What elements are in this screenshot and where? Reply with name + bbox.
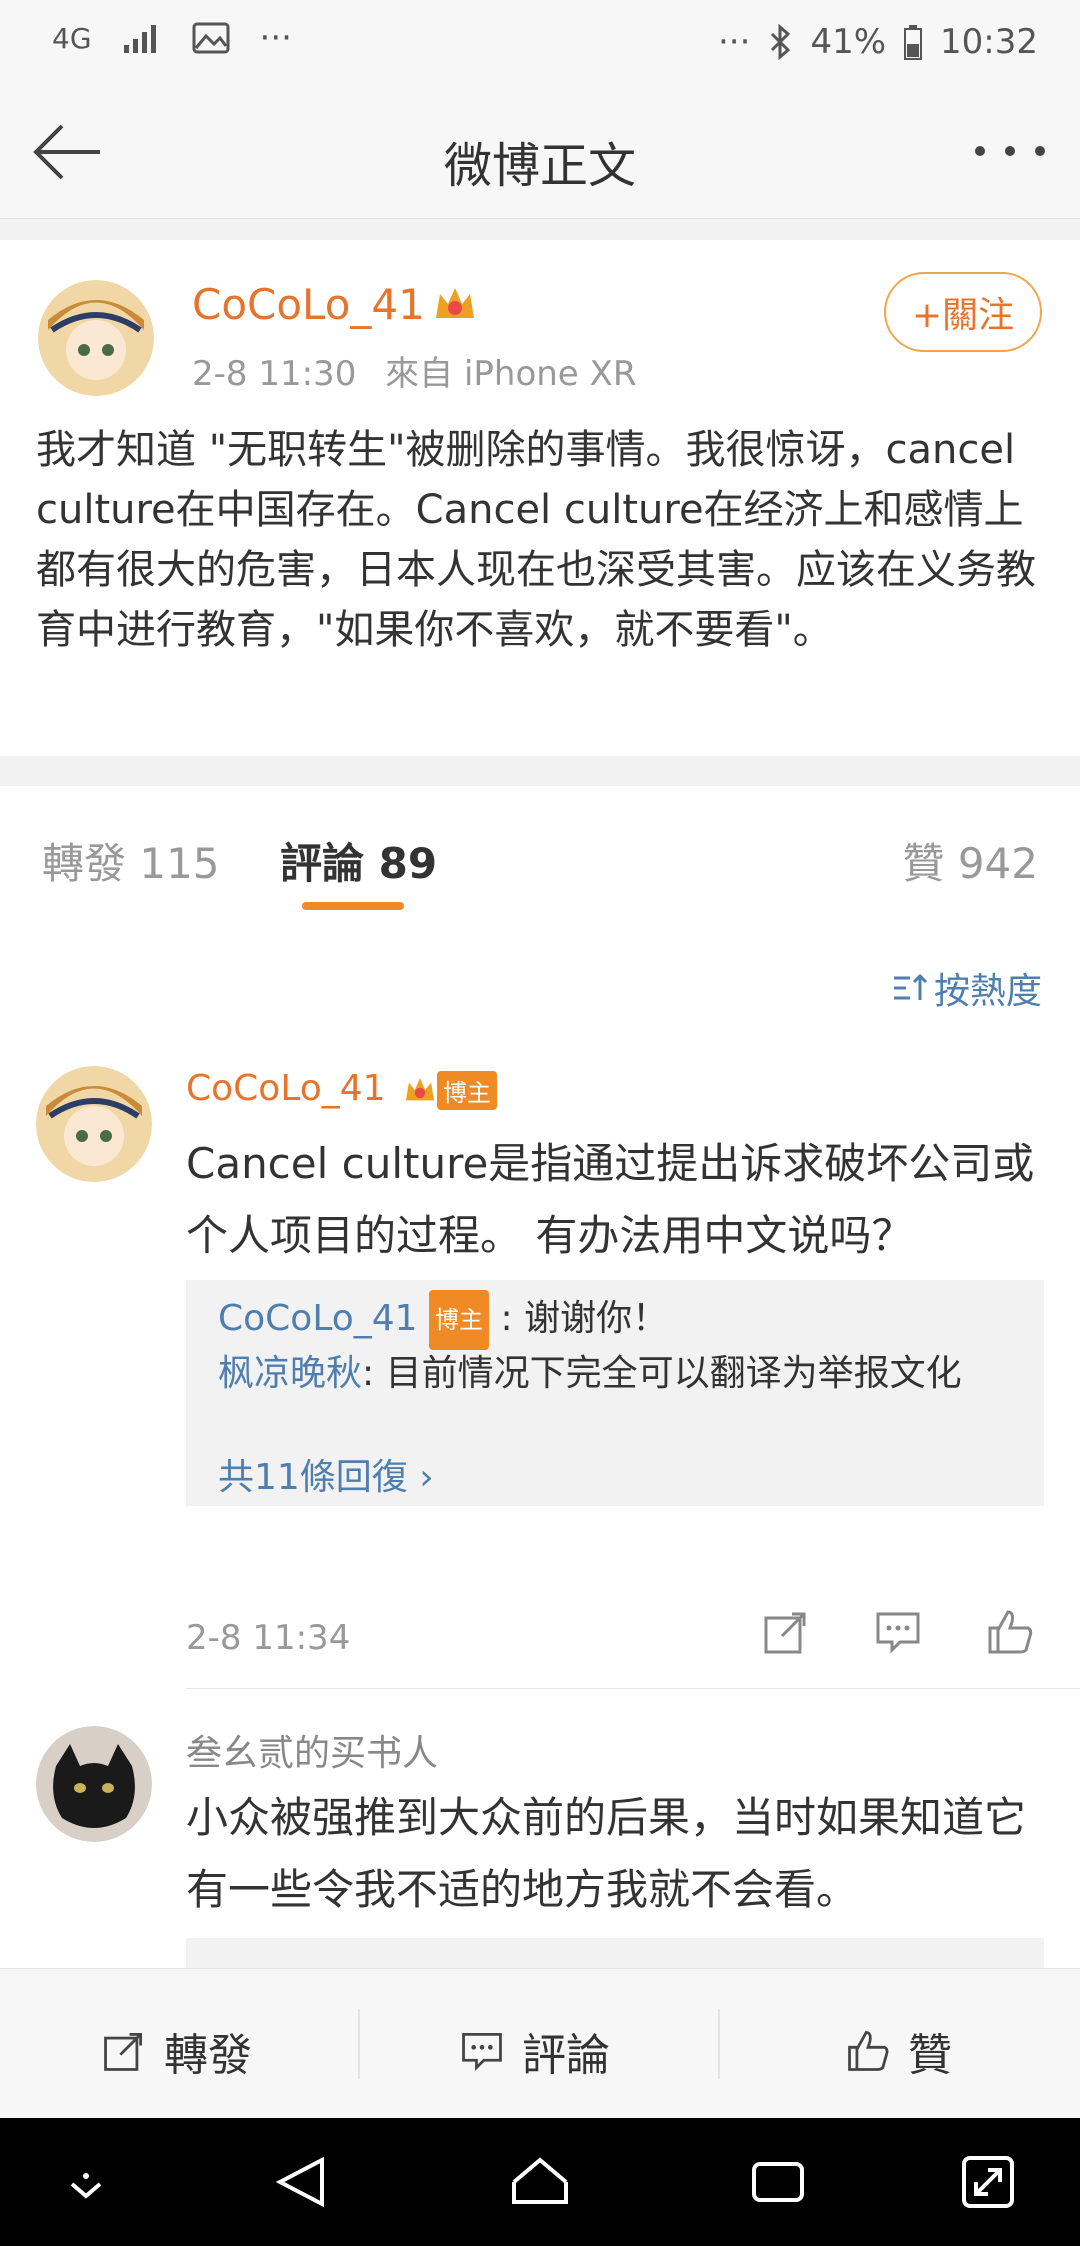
signal-icon xyxy=(123,25,156,53)
author-badge: 博主 xyxy=(437,1070,498,1110)
reply-preview-box[interactable]: CoCoLo_41 博主 : 谢谢你！ 枫凉晚秋: 目前情况下完全可以翻译为举报… xyxy=(186,1280,1044,1506)
commenter-name-text: CoCoLo_41 xyxy=(186,1068,386,1109)
like-icon[interactable] xyxy=(984,1606,1036,1658)
crown-icon xyxy=(406,1078,435,1101)
comment-text: Cancel culture是指通过提出诉求破坏公司或个人项目的过程。 有办法用… xyxy=(186,1139,1035,1260)
fullscreen-icon[interactable] xyxy=(958,2152,1018,2212)
battery-icon xyxy=(904,25,923,60)
reply-item: CoCoLo_41 博主 : 谢谢你！ xyxy=(218,1290,1018,1350)
crown-icon xyxy=(436,288,474,318)
active-tab-indicator xyxy=(302,902,404,910)
post-body: 我才知道 "无职转生"被删除的事情。我很惊讶，cancel culture在中国… xyxy=(36,427,1036,653)
post-stats-tabs: 轉發 115 評論 89 贊 942 xyxy=(0,786,1080,919)
like-icon xyxy=(848,2031,889,2071)
chevron-right-icon: › xyxy=(419,1457,434,1498)
repost-button[interactable]: 轉發 xyxy=(100,2019,252,2083)
commenter-avatar[interactable] xyxy=(36,1066,152,1182)
like-button[interactable]: 贊 xyxy=(844,2019,952,2083)
clock: 10:32 xyxy=(940,22,1038,62)
sort-icon xyxy=(893,973,928,1000)
reply-author[interactable]: CoCoLo_41 xyxy=(218,1298,418,1339)
bluetooth-icon xyxy=(771,24,791,60)
reply-preview-box xyxy=(186,1938,1044,1968)
status-bar: 4G ··· ··· 41% 10:32 xyxy=(0,0,1080,88)
comments-section: 按熱度 CoCoLo_41 博主 Cancel culture是指通过提出诉求破… xyxy=(0,918,1080,1968)
reply-item: 枫凉晚秋: 目前情况下完全可以翻译为举报文化 xyxy=(218,1346,1018,1402)
commenter-name[interactable]: CoCoLo_41 博主 xyxy=(186,1068,498,1110)
page-title: 微博正文 xyxy=(443,138,636,194)
status-right: ··· 41% 10:32 xyxy=(718,22,1038,62)
top-nav-bar: 微博正文 xyxy=(0,88,1080,219)
comment-label: 評論 xyxy=(522,2030,610,2081)
chevron-down-icon[interactable] xyxy=(62,2152,110,2212)
image-icon xyxy=(192,22,230,54)
comment-divider xyxy=(186,1688,1080,1689)
reply-text: : 谢谢你！ xyxy=(500,1298,669,1339)
repost-icon xyxy=(104,2033,142,2071)
network-indicator: 4G xyxy=(52,21,92,55)
post-source: 來自 iPhone XR xyxy=(385,354,637,394)
reply-text: : 目前情况下完全可以翻译为举报文化 xyxy=(362,1353,962,1394)
like-label: 贊 xyxy=(908,2030,952,2081)
status-dots: ··· xyxy=(259,18,292,58)
recent-apps-icon[interactable] xyxy=(748,2152,808,2212)
system-nav-bar xyxy=(0,2118,1080,2246)
bar-divider xyxy=(718,2009,720,2079)
sort-label: 按熱度 xyxy=(933,971,1042,1012)
more-options-icon[interactable] xyxy=(970,126,1050,176)
author-badge: 博主 xyxy=(429,1290,490,1350)
status-left: 4G ··· xyxy=(52,18,292,58)
repost-label: 轉發 xyxy=(164,2030,252,2081)
author-name[interactable]: CoCoLo_41 xyxy=(192,280,425,329)
battery-percent: 41% xyxy=(810,22,887,62)
post-meta: 2-8 11:30 來自 iPhone XR xyxy=(192,346,636,395)
comment-text: 小众被强推到大众前的后果，当时如果知道它有一些令我不适的地方我就不会看。 xyxy=(186,1793,1027,1914)
tab-repost[interactable]: 轉發 115 xyxy=(42,830,220,891)
post-card: CoCoLo_41 2-8 11:30 來自 iPhone XR +關注 我才知… xyxy=(0,240,1080,756)
commenter-avatar[interactable] xyxy=(36,1726,152,1842)
follow-button[interactable]: +關注 xyxy=(884,272,1042,352)
sort-button[interactable]: 按熱度 xyxy=(892,962,1042,1014)
comment-timestamp: 2-8 11:34 xyxy=(186,1618,351,1658)
tab-comment[interactable]: 評論 89 xyxy=(280,830,437,891)
home-icon[interactable] xyxy=(508,2152,572,2212)
post-timestamp: 2-8 11:30 xyxy=(192,354,357,394)
comment-icon xyxy=(462,2033,502,2071)
comment-icon[interactable] xyxy=(872,1606,924,1658)
bar-divider xyxy=(358,2009,360,2079)
comment-button[interactable]: 評論 xyxy=(458,2019,610,2083)
commenter-name[interactable]: 叁幺贰的买书人 xyxy=(186,1724,438,1776)
more-replies-link[interactable]: 共11條回復 › xyxy=(218,1450,1018,1506)
bottom-action-bar: 轉發 評論 贊 xyxy=(0,1968,1080,2119)
reply-author[interactable]: 枫凉晚秋 xyxy=(218,1353,362,1394)
share-icon[interactable] xyxy=(760,1606,812,1658)
status-dots-right: ··· xyxy=(718,22,751,62)
more-replies-label: 共11條回復 xyxy=(218,1457,408,1498)
tab-like[interactable]: 贊 942 xyxy=(902,830,1038,891)
author-avatar[interactable] xyxy=(38,280,154,396)
back-nav-icon[interactable] xyxy=(274,2152,330,2212)
